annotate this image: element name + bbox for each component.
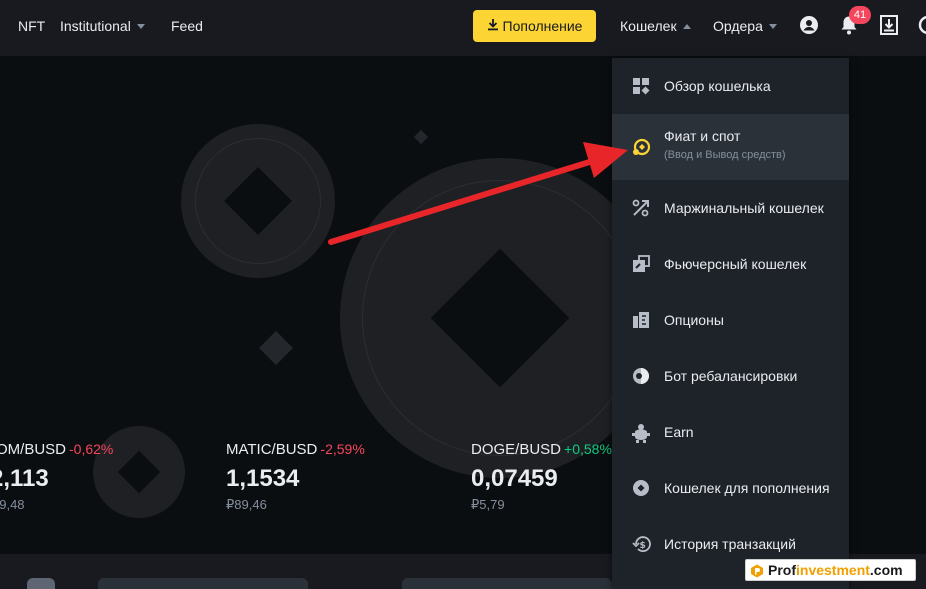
promo-card[interactable]	[27, 578, 55, 589]
user-profile-icon[interactable]	[799, 15, 819, 40]
top-navigation: NFT Institutional Feed Пополнение Кошеле…	[0, 0, 926, 56]
futures-icon	[632, 255, 650, 273]
chevron-down-icon	[136, 23, 145, 29]
nav-institutional-label: Institutional	[60, 18, 131, 34]
site-watermark: Profinvestment.com	[745, 559, 916, 581]
fiat-spot-icon	[632, 138, 651, 156]
ticker-card[interactable]: DOGE/BUSD +0,58% 0,07459 ₽5,79	[471, 441, 612, 513]
percent-arrow-icon	[632, 199, 650, 217]
nav-nft[interactable]: NFT	[18, 17, 45, 35]
chevron-up-icon	[682, 23, 691, 29]
deposit-label: Пополнение	[502, 18, 583, 34]
rebalance-icon	[632, 367, 650, 385]
ticker-pair: DOGE/BUSD	[471, 441, 562, 458]
funding-wallet-icon	[632, 479, 650, 497]
menu-item-label: Фиат и спот	[664, 128, 741, 144]
ticker-change: +0,58%	[564, 441, 612, 457]
promo-card[interactable]	[402, 578, 612, 589]
ticker-change: -0,62%	[69, 441, 114, 457]
menu-item-label: Опционы	[664, 312, 724, 328]
menu-item-label: Кошелек для пополнения	[664, 480, 830, 496]
nav-orders[interactable]: Ордера	[713, 17, 777, 35]
notification-badge: 41	[849, 6, 871, 24]
piggy-bank-icon	[632, 423, 650, 443]
menu-item-rebalance-bot[interactable]: Бот ребалансировки	[612, 348, 849, 404]
deposit-button[interactable]: Пополнение	[473, 10, 596, 42]
ticker-pair: OM/BUSD	[0, 441, 67, 458]
coin-decoration-left	[181, 124, 335, 278]
menu-item-label: Бот ребалансировки	[664, 368, 798, 384]
profinvestment-logo-icon	[750, 563, 764, 583]
menu-item-wallet-overview[interactable]: Обзор кошелька	[612, 58, 849, 114]
menu-item-fiat-spot[interactable]: Фиат и спот (Ввод и Вывод средств)	[612, 114, 849, 180]
ticker-price: 1,1534	[226, 465, 300, 492]
history-icon: $	[632, 535, 651, 553]
menu-item-label: История транзакций	[664, 536, 796, 552]
options-icon	[632, 311, 650, 329]
wallet-dropdown-menu: Обзор кошелька Фиат и спот (Ввод и Вывод…	[612, 58, 849, 589]
menu-item-options[interactable]: Опционы	[612, 292, 849, 348]
nav-wallet-label: Кошелек	[620, 18, 677, 34]
nav-feed[interactable]: Feed	[171, 17, 203, 35]
chevron-down-icon	[768, 23, 777, 29]
svg-text:$: $	[640, 541, 646, 551]
menu-item-futures-wallet[interactable]: Фьючерсный кошелек	[612, 236, 849, 292]
ticker-price: 0,07459	[471, 465, 558, 492]
menu-item-label: Фьючерсный кошелек	[664, 256, 807, 272]
menu-item-label: Earn	[664, 424, 694, 440]
sparkle-decoration	[259, 331, 293, 365]
nav-institutional[interactable]: Institutional	[60, 17, 145, 35]
menu-item-earn[interactable]: Earn	[612, 404, 849, 460]
ticker-price: 2,113	[0, 465, 49, 492]
promo-card[interactable]	[98, 578, 308, 589]
menu-item-label: Маржинальный кошелек	[664, 200, 824, 216]
ticker-card[interactable]: OM/BUSD-0,62% 2,113 89,48	[0, 441, 113, 512]
watermark-suffix: .com	[869, 562, 903, 578]
sparkle-decoration	[413, 129, 429, 145]
download-icon	[487, 10, 499, 42]
watermark-prefix: Prof	[768, 562, 796, 578]
download-app-icon[interactable]	[880, 15, 898, 40]
menu-item-sublabel: (Ввод и Вывод средств)	[664, 149, 786, 161]
ticker-fiat-price: ₽5,79	[471, 497, 505, 512]
grid-icon	[632, 77, 650, 95]
nav-orders-label: Ордера	[713, 18, 763, 34]
nav-wallet[interactable]: Кошелек	[620, 17, 691, 35]
menu-item-margin-wallet[interactable]: Маржинальный кошелек	[612, 180, 849, 236]
ticker-fiat-price: 89,48	[0, 497, 25, 512]
watermark-highlight: investment	[796, 562, 870, 578]
ticker-change: -2,59%	[320, 441, 365, 457]
ticker-pair: MATIC/BUSD	[226, 441, 318, 458]
menu-item-funding-wallet[interactable]: Кошелек для пополнения	[612, 460, 849, 516]
ticker-card[interactable]: MATIC/BUSD -2,59% 1,1534 ₽89,46	[226, 441, 365, 513]
ticker-fiat-price: ₽89,46	[226, 497, 267, 512]
globe-icon[interactable]	[918, 15, 926, 40]
menu-item-label: Обзор кошелька	[664, 78, 771, 94]
